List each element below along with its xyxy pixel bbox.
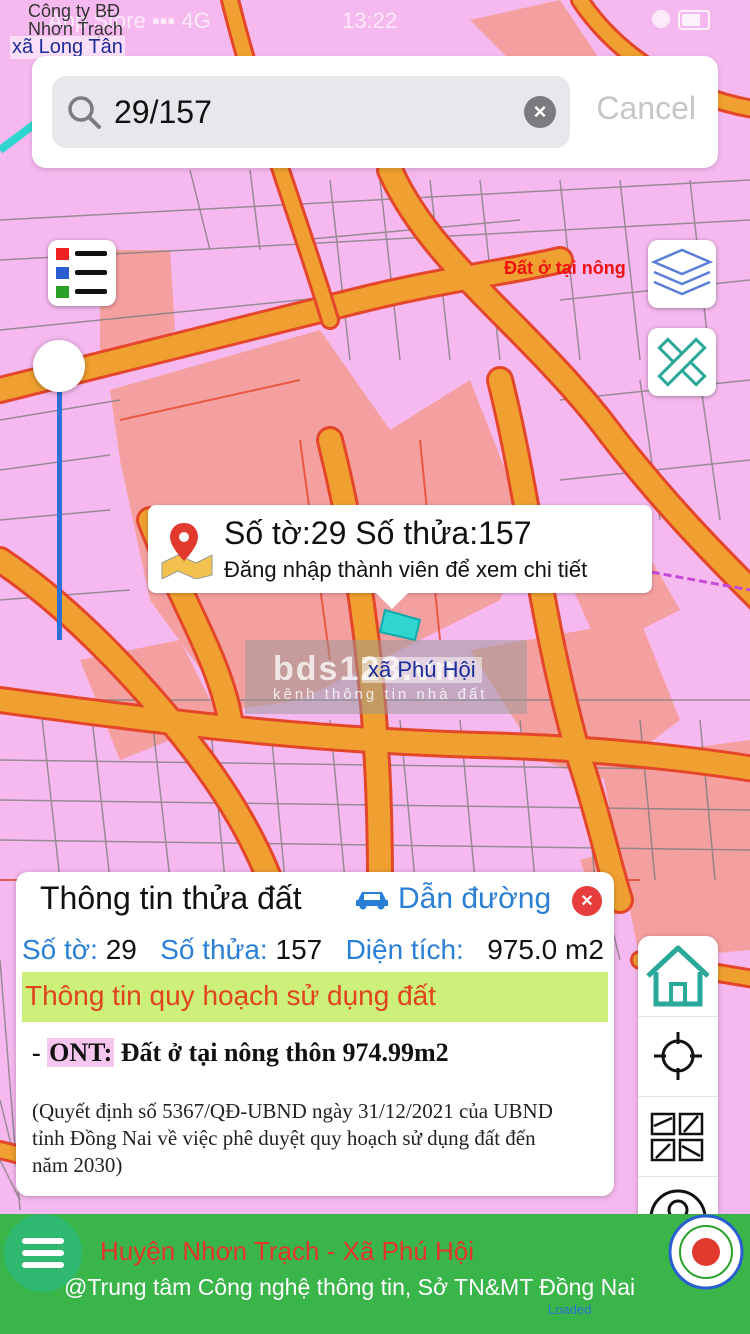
popup-title: Số tờ:29 Số thửa:157 [224, 515, 532, 551]
search-box[interactable]: × [52, 76, 570, 148]
car-icon[interactable] [354, 888, 390, 910]
home-icon [646, 945, 710, 1007]
landuse-entry: - ONT: Đất ở tại nông thôn 974.99m2 [32, 1038, 449, 1067]
panel-title: Thông tin thửa đất [40, 880, 302, 916]
planning-header: Thông tin quy hoạch sử dụng đất [22, 972, 608, 1022]
alarm-icon [652, 10, 670, 28]
search-icon [68, 96, 101, 129]
map-company-label: Công ty BĐ Nhơn Trạch [28, 1, 123, 39]
opacity-slider-track[interactable] [57, 368, 62, 640]
footer-bar: Huyện Nhơn Trạch - Xã Phú Hội @Trung tâm… [0, 1214, 750, 1334]
map-pin-icon [161, 523, 213, 579]
clear-search-button[interactable]: × [524, 96, 556, 128]
layers-icon [650, 248, 714, 296]
legend-list-icon [56, 248, 107, 298]
footer-credit: @Trung tâm Công nghệ thông tin, Sở TN&MT… [64, 1274, 636, 1300]
load-status: Loaded [548, 1302, 592, 1317]
sheet-value: 29 [105, 934, 137, 965]
parcel-value: 157 [275, 934, 323, 965]
battery-icon [678, 10, 710, 30]
parcel-summary-row: Số tờ: 29 Số thửa: 157 Diện tích: 975.0 … [22, 934, 604, 966]
footer-location: Huyện Nhơn Trạch - Xã Phú Hội [100, 1236, 475, 1266]
area-label: Diện tích: [345, 934, 464, 965]
parcel-map-button[interactable] [638, 1096, 718, 1177]
map-landuse-label: Đất ở tại nông [504, 258, 626, 278]
parcel-map-icon [650, 1112, 704, 1162]
parcel-popup[interactable]: Số tờ:29 Số thửa:157 Đăng nhập thành viê… [148, 505, 652, 609]
status-time: 13:22 [342, 8, 398, 33]
landuse-description: Đất ở tại nông thôn 974.99m2 [120, 1038, 449, 1067]
map-commune-label: xã Phú Hội [362, 657, 482, 683]
layers-button[interactable] [648, 240, 716, 308]
legend-button[interactable] [48, 240, 116, 306]
popup-login-hint[interactable]: Đăng nhập thành viên để xem chi tiết [224, 557, 587, 583]
home-button[interactable] [638, 936, 718, 1017]
locate-button[interactable] [638, 1016, 718, 1097]
agency-logo [668, 1214, 744, 1290]
directions-link[interactable]: Dẫn đường [398, 882, 551, 916]
planning-decision-note: (Quyết định số 5367/QĐ-UBND ngày 31/12/2… [32, 1099, 553, 1177]
crosshair-icon [654, 1032, 702, 1080]
planning-title: Thông tin quy hoạch sử dụng đất [25, 980, 437, 1011]
parcel-label: Số thửa: [160, 934, 268, 965]
close-panel-button[interactable]: × [572, 886, 602, 916]
cancel-button[interactable]: Cancel [596, 90, 696, 127]
opacity-slider-handle[interactable] [33, 340, 85, 392]
ruler-pencil-icon [657, 337, 707, 387]
area-value: 975.0 m2 [487, 934, 604, 965]
landuse-code: ONT: [47, 1038, 115, 1067]
search-input[interactable] [114, 76, 504, 148]
search-panel: × Cancel [32, 56, 718, 168]
sheet-label: Số tờ: [22, 934, 98, 965]
parcel-info-panel: Thông tin thửa đất Dẫn đường × Số tờ: 29… [16, 872, 614, 1196]
measure-button[interactable] [648, 328, 716, 396]
